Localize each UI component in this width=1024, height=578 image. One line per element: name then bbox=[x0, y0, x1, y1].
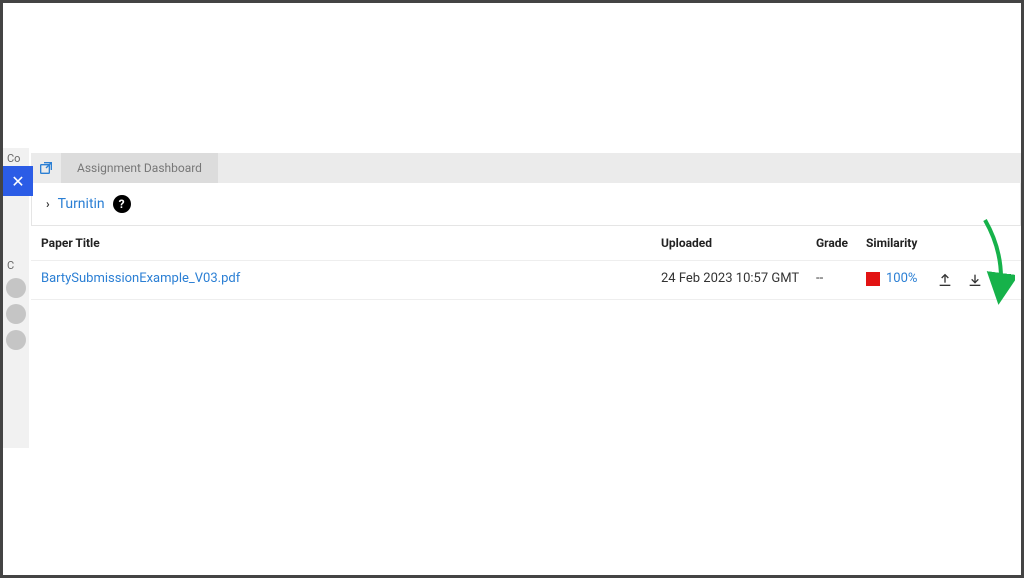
tab-assignment-dashboard[interactable]: Assignment Dashboard bbox=[61, 153, 218, 183]
upload-button[interactable] bbox=[936, 271, 954, 289]
toolbar: Assignment Dashboard bbox=[31, 153, 1021, 183]
main-panel: Assignment Dashboard › Turnitin ? Paper … bbox=[31, 153, 1021, 575]
header-uploaded: Uploaded bbox=[661, 236, 816, 250]
bg-text: C bbox=[7, 259, 25, 272]
download-button[interactable] bbox=[966, 271, 984, 289]
paper-title-link[interactable]: BartySubmissionExample_V03.pdf bbox=[41, 271, 240, 286]
table-row: BartySubmissionExample_V03.pdf 24 Feb 20… bbox=[31, 261, 1021, 300]
header-grade: Grade bbox=[816, 236, 866, 250]
bg-avatar bbox=[6, 278, 26, 298]
header-actions bbox=[936, 236, 1011, 250]
close-button[interactable]: ✕ bbox=[3, 166, 33, 196]
popout-icon bbox=[38, 160, 54, 176]
help-button[interactable]: ? bbox=[113, 195, 131, 213]
bg-text: Co bbox=[7, 152, 25, 165]
uploaded-cell: 24 Feb 2023 10:57 GMT bbox=[661, 271, 816, 289]
close-icon: ✕ bbox=[11, 172, 24, 191]
similarity-percent-link[interactable]: 100% bbox=[886, 271, 917, 286]
popout-button[interactable] bbox=[31, 153, 61, 183]
table-header: Paper Title Uploaded Grade Similarity bbox=[31, 226, 1021, 261]
bg-avatar bbox=[6, 330, 26, 350]
similarity-cell: 100% bbox=[866, 271, 936, 286]
help-icon: ? bbox=[119, 197, 125, 211]
similarity-color-box bbox=[866, 272, 880, 286]
list-icon bbox=[997, 272, 1013, 288]
submissions-table: Paper Title Uploaded Grade Similarity Ba… bbox=[31, 226, 1021, 300]
breadcrumb-link-turnitin[interactable]: Turnitin bbox=[58, 196, 105, 212]
header-paper-title: Paper Title bbox=[41, 236, 661, 250]
chevron-right-icon: › bbox=[46, 197, 50, 211]
bg-avatar bbox=[6, 304, 26, 324]
breadcrumb: › Turnitin ? bbox=[31, 183, 1021, 226]
download-icon bbox=[967, 272, 983, 288]
grade-cell: -- bbox=[816, 271, 866, 289]
upload-icon bbox=[937, 272, 953, 288]
header-similarity: Similarity bbox=[866, 236, 936, 250]
list-button[interactable] bbox=[996, 271, 1014, 289]
tab-label: Assignment Dashboard bbox=[77, 161, 202, 175]
